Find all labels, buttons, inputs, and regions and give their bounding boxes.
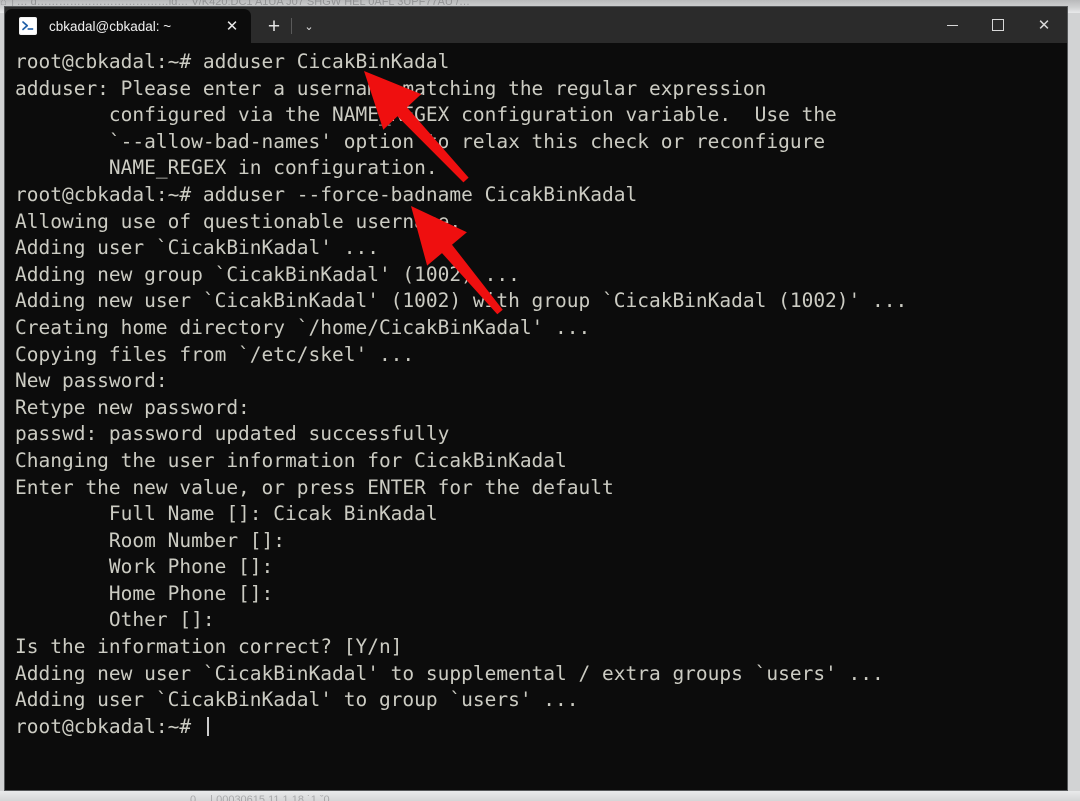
terminal-prompt-line: root@cbkadal:~# [15,714,1067,741]
terminal-line: Copying files from `/etc/skel' ... [15,342,415,366]
terminal-tab[interactable]: cbkadal@cbkadal: ~ ✕ [5,9,251,43]
terminal-line: Enter the new value, or press ENTER for … [15,475,614,499]
terminal-line: Full Name []: Cicak BinKadal [15,502,438,526]
background-bottom-ghost-text: 0… | 00030615 11 1 18 ˙1 ˇ0 [190,794,330,801]
tab-bar-actions: + ⌄ [251,9,324,43]
terminal-line: root@cbkadal:~# adduser --force-badname … [15,182,638,206]
tab-close-icon[interactable]: ✕ [219,13,245,39]
terminal-line: Adding new user `CicakBinKadal' to suppl… [15,661,884,685]
terminal-line: configured via the NAME_REGEX configurat… [15,103,837,127]
terminal-line: NAME_REGEX in configuration. [15,156,438,180]
terminal-line: Adding user `CicakBinKadal' to group `us… [15,688,579,712]
text-cursor [206,716,209,736]
terminal-line: Allowing use of questionable username. [15,209,462,233]
terminal-line: Retype new password: [15,395,250,419]
terminal-line: Adding user `CicakBinKadal' ... [15,236,379,260]
terminal-line: passwd: password updated successfully [15,422,450,446]
tab-title: cbkadal@cbkadal: ~ [49,18,172,34]
terminal-window: cbkadal@cbkadal: ~ ✕ + ⌄ ✕ root@cbkadal:… [4,6,1068,791]
terminal-line: Work Phone []: [15,555,274,579]
terminal-line: `--allow-bad-names' option to relax this… [15,129,826,153]
tab-bar-divider [291,18,292,34]
chevron-down-icon[interactable]: ⌄ [294,11,324,41]
terminal-prompt-icon [19,17,37,35]
terminal-line: New password: [15,369,168,393]
minimize-button[interactable] [929,7,975,43]
close-button[interactable]: ✕ [1021,7,1067,43]
window-controls: ✕ [929,7,1067,43]
terminal-line: Is the information correct? [Y/n] [15,635,403,659]
background-bottom-strip: 0… | 00030615 11 1 18 ˙1 ˇ0 [0,791,1080,801]
terminal-line: Adding new group `CicakBinKadal' (1002) … [15,262,520,286]
terminal-output-area[interactable]: root@cbkadal:~# adduser CicakBinKadal add… [5,43,1067,790]
maximize-button[interactable] [975,7,1021,43]
terminal-line: Changing the user information for CicakB… [15,448,567,472]
window-title-bar[interactable]: cbkadal@cbkadal: ~ ✕ + ⌄ ✕ [5,7,1067,43]
terminal-line: Adding new user `CicakBinKadal' (1002) w… [15,289,908,313]
terminal-line: root@cbkadal:~# adduser CicakBinKadal [15,50,450,73]
terminal-line: Home Phone []: [15,581,274,605]
new-tab-button[interactable]: + [259,11,289,41]
screenshot-root: ⌂ │… d………………………………id… V/K420:DC1 A1UA J0… [0,0,1080,801]
terminal-line: Room Number []: [15,528,286,552]
terminal-line: Creating home directory `/home/CicakBinK… [15,315,591,339]
terminal-line: Other []: [15,608,215,632]
terminal-line: adduser: Please enter a username matchin… [15,76,767,100]
